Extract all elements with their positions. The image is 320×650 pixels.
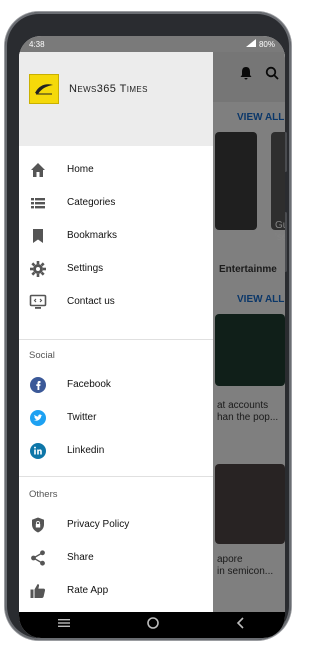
menu-item-share[interactable]: Share <box>19 541 213 574</box>
gear-icon <box>29 260 47 278</box>
status-bar: 4:38 80% <box>19 36 285 52</box>
app-logo <box>29 74 59 104</box>
divider <box>19 476 213 477</box>
section-title-social: Social <box>29 350 55 361</box>
phone-frame: 4:38 80% VIEW ALL G 'se Entertainme VIEW… <box>5 12 291 640</box>
menu-item-label: Home <box>67 164 94 175</box>
recent-apps-icon[interactable] <box>57 616 71 634</box>
menu-item-label: Linkedin <box>67 445 105 456</box>
thumbs-up-icon <box>29 582 47 600</box>
home-button-icon[interactable] <box>146 616 160 635</box>
status-battery: 80% <box>258 39 275 49</box>
menu-item-settings[interactable]: Settings <box>19 252 213 285</box>
divider <box>19 339 213 340</box>
menu-item-label: Share <box>67 552 94 563</box>
menu-item-rate-app[interactable]: Rate App <box>19 574 213 607</box>
menu-item-label: Contact us <box>67 296 115 307</box>
menu-item-contact-us[interactable]: Contact us <box>19 285 213 318</box>
menu-item-label: Bookmarks <box>67 230 118 241</box>
menu-item-label: Facebook <box>67 379 111 390</box>
menu-item-label: Categories <box>67 197 116 208</box>
list-icon <box>29 194 47 212</box>
signal-icon <box>245 39 256 49</box>
menu-item-categories[interactable]: Categories <box>19 186 213 219</box>
screen: 4:38 80% VIEW ALL G 'se Entertainme VIEW… <box>19 36 285 638</box>
facebook-icon <box>29 376 47 394</box>
menu-item-linkedin[interactable]: Linkedin <box>19 434 213 467</box>
menu-item-label: Rate App <box>67 585 109 596</box>
app-title: News365 Times <box>69 83 148 95</box>
menu-item-label: Settings <box>67 263 104 274</box>
linkedin-icon <box>29 442 47 460</box>
bookmark-icon <box>29 227 47 245</box>
menu-item-twitter[interactable]: Twitter <box>19 401 213 434</box>
monitor-code-icon <box>29 293 47 311</box>
menu-item-home[interactable]: Home <box>19 153 213 186</box>
system-navigation-bar <box>19 612 285 638</box>
drawer-header: News365 Times <box>19 52 213 146</box>
menu-item-label: Privacy Policy <box>67 519 130 530</box>
navigation-drawer: News365 Times Home Categories Bookmarks <box>19 52 213 612</box>
status-time: 4:38 <box>29 39 45 49</box>
home-icon <box>29 161 47 179</box>
menu-item-bookmarks[interactable]: Bookmarks <box>19 219 213 252</box>
back-icon[interactable] <box>235 616 247 635</box>
section-title-others: Others <box>29 489 58 500</box>
menu-item-label: Twitter <box>67 412 97 423</box>
menu-item-facebook[interactable]: Facebook <box>19 368 213 401</box>
shield-lock-icon <box>29 516 47 534</box>
twitter-icon <box>29 409 47 427</box>
share-icon <box>29 549 47 567</box>
menu-item-privacy-policy[interactable]: Privacy Policy <box>19 508 213 541</box>
